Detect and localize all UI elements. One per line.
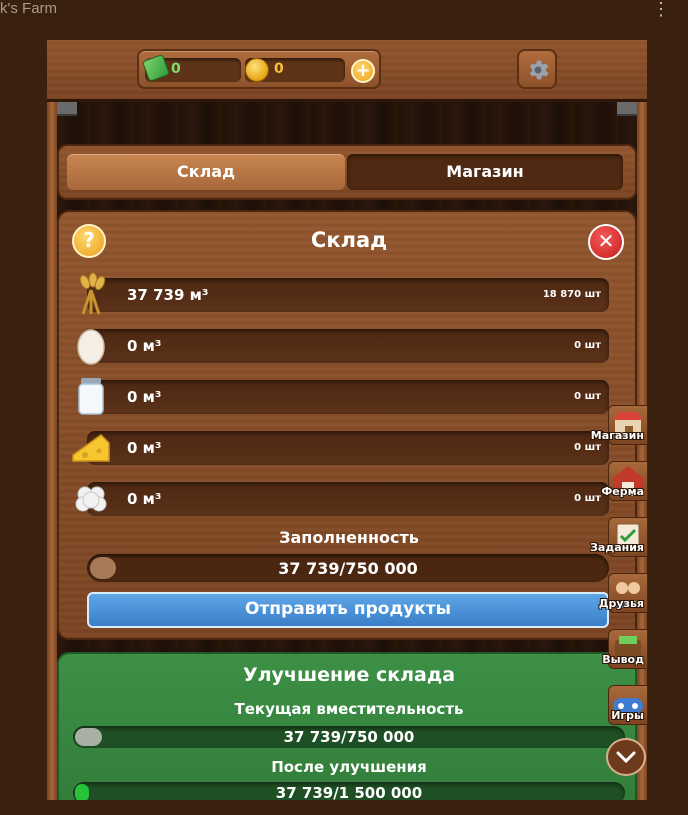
capacity-bar: 37 739/750 000 xyxy=(87,554,609,582)
current-capacity-label: Текущая вместительность xyxy=(234,700,464,718)
panel-title: Склад xyxy=(310,228,388,252)
window-title: k's Farm xyxy=(0,0,58,17)
side-nav-label: Друзья xyxy=(598,597,644,610)
gear-icon xyxy=(529,60,549,80)
coin-value: 0 xyxy=(274,61,284,77)
item-amount: 0 м³ xyxy=(127,490,162,508)
current-capacity-bar: 37 739/750 000 xyxy=(73,726,625,748)
close-button[interactable]: ✕ xyxy=(588,224,624,260)
capacity-text: 37 739/750 000 xyxy=(278,559,418,578)
item-row-egg: 0 м³ 0 шт xyxy=(77,329,609,365)
item-amount: 0 м³ xyxy=(127,337,162,355)
current-capacity-text: 37 739/750 000 xyxy=(283,728,415,746)
item-amount: 37 739 м³ xyxy=(127,286,209,304)
side-nav-shop[interactable]: Магазин xyxy=(590,405,648,453)
add-coins-button[interactable]: + xyxy=(351,59,375,83)
milk-jar-icon xyxy=(78,378,104,415)
after-upgrade-label: После улучшения xyxy=(271,758,427,776)
left-rail xyxy=(47,102,57,800)
item-amount: 0 м³ xyxy=(127,388,162,406)
currency-box: 0 0 + xyxy=(137,49,381,89)
wheat-icon xyxy=(79,272,106,315)
side-nav-label: Ферма xyxy=(601,485,644,498)
scroll-down-button[interactable] xyxy=(606,738,646,776)
capacity-label: Заполненность xyxy=(279,528,419,547)
side-nav-games[interactable]: Игры xyxy=(590,685,648,733)
item-count: 0 шт xyxy=(574,340,601,351)
tab-bar: Склад Магазин xyxy=(57,144,637,200)
egg-icon xyxy=(77,329,105,365)
tab-shop[interactable]: Магазин xyxy=(347,154,623,190)
chevron-down-icon xyxy=(616,751,636,764)
side-nav-label: Магазин xyxy=(590,429,644,442)
kebab-menu-icon[interactable]: ⋮ xyxy=(652,0,670,18)
coin-icon xyxy=(245,58,269,82)
item-amount: 0 м³ xyxy=(127,439,162,457)
side-nav-tasks[interactable]: Задания xyxy=(590,517,648,565)
cheese-icon xyxy=(72,434,110,462)
upgrade-title: Улучшение склада xyxy=(242,664,456,686)
item-count: 0 шт xyxy=(574,391,601,402)
cash-value: 0 xyxy=(171,61,181,77)
item-row-wheat: 37 739 м³ 18 870 шт xyxy=(79,272,609,315)
item-count: 18 870 шт xyxy=(542,289,601,300)
side-nav-friends[interactable]: Друзья xyxy=(590,573,648,621)
warehouse-panel: ? Склад ✕ 37 739 м³ 18 870 шт 0 м³ 0 шт xyxy=(57,210,637,640)
item-row-cheese: 0 м³ 0 шт xyxy=(72,431,609,465)
settings-button[interactable] xyxy=(517,49,557,89)
side-nav-label: Вывод xyxy=(602,653,644,666)
item-row-cotton: 0 м³ 0 шт xyxy=(75,482,609,516)
side-nav-label: Игры xyxy=(611,709,644,722)
tab-warehouse[interactable]: Склад xyxy=(67,154,345,190)
game-viewport: 0 0 + Склад Магазин ? Склад ✕ 37 739 м³ … xyxy=(47,40,647,800)
cotton-icon xyxy=(75,486,107,512)
top-bar: 0 0 + xyxy=(47,40,647,102)
side-nav-farm[interactable]: Ферма xyxy=(590,461,648,509)
item-row-milk: 0 м³ 0 шт xyxy=(78,378,609,415)
upgrade-panel: Улучшение склада Текущая вместительность… xyxy=(57,652,637,800)
after-upgrade-bar: 37 739/1 500 000 xyxy=(73,782,625,800)
side-nav-withdraw[interactable]: Вывод xyxy=(590,629,648,677)
window-title-bar: k's Farm ⋮ xyxy=(0,0,688,22)
side-nav-label: Задания xyxy=(590,541,644,554)
after-upgrade-text: 37 739/1 500 000 xyxy=(275,784,423,800)
send-products-button[interactable]: Отправить продукты xyxy=(87,592,609,628)
